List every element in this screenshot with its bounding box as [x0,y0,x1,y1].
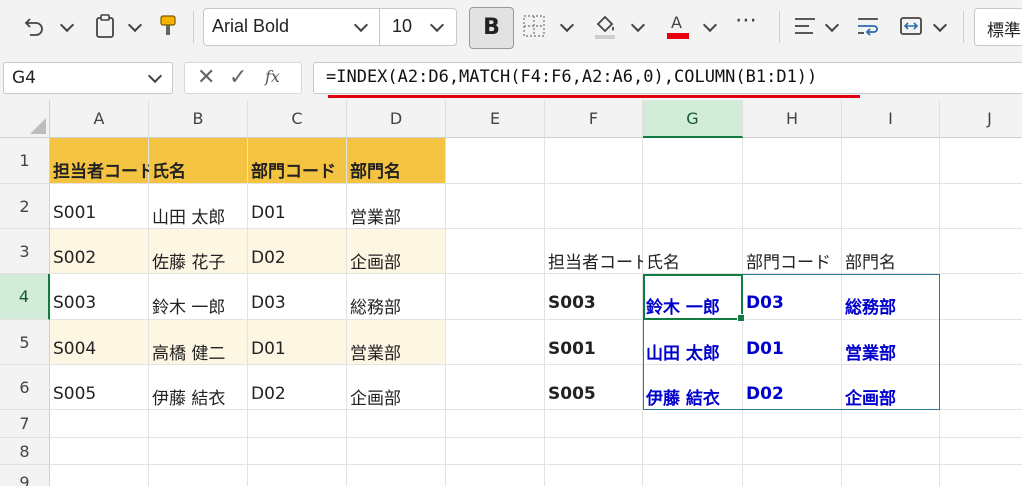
number-format-value: 標準 [987,21,1021,41]
formula-input[interactable]: =INDEX(A2:D6,MATCH(F4:F6,A2:A6,0),COLUMN… [313,62,1022,98]
fill-color-chevron-icon[interactable] [630,17,646,33]
wrap-text-icon[interactable] [856,14,880,43]
cell-b4[interactable]: 鈴木 一郎 [149,274,248,320]
format-painter-icon[interactable] [158,14,178,43]
column-header-b[interactable]: B [149,100,248,138]
row-header-5[interactable]: 5 [0,320,50,365]
svg-text:A: A [671,13,682,32]
borders-icon[interactable] [522,14,546,43]
name-box[interactable]: G4 [3,62,173,94]
cell-c1[interactable]: 部門コード [248,138,347,184]
font-name-value: Arial Bold [212,16,290,36]
bold-button[interactable]: B [469,7,514,49]
cell-b3[interactable]: 佐藤 花子 [149,229,248,274]
column-header-h[interactable]: H [743,100,842,138]
confirm-icon[interactable]: ✓ [229,65,247,90]
cell-f4[interactable]: S003 [545,274,643,320]
cell-a5[interactable]: S004 [50,320,149,365]
row-header-3[interactable]: 3 [0,229,50,274]
font-size-value[interactable]: 10 [392,16,412,37]
row-header-2[interactable]: 2 [0,184,50,229]
cell-d4[interactable]: 総務部 [347,274,446,320]
column-header-c[interactable]: C [248,100,347,138]
column-header-e[interactable]: E [446,100,545,138]
cell-d6[interactable]: 企画部 [347,365,446,410]
undo-dropdown-chevron-icon[interactable] [59,17,75,33]
cell-c2[interactable]: D01 [248,184,347,229]
cell-d3[interactable]: 企画部 [347,229,446,274]
grid-line-h [50,437,1022,438]
cell-f6[interactable]: S005 [545,365,643,410]
fill-color-icon[interactable] [593,12,617,45]
cell-a4[interactable]: S003 [50,274,149,320]
cell-d2[interactable]: 営業部 [347,184,446,229]
font-name-chevron-icon[interactable] [353,17,369,33]
cancel-icon[interactable]: ✕ [197,65,215,90]
column-header-g[interactable]: G [643,100,743,138]
column-header-j[interactable]: J [940,100,1022,138]
name-box-chevron-icon[interactable] [147,68,163,84]
cell-i3[interactable]: 部門名 [842,229,940,274]
cell-b6[interactable]: 伊藤 結衣 [149,365,248,410]
insert-function-icon[interactable]: fx [265,67,280,86]
formula-text: =INDEX(A2:D6,MATCH(F4:F6,A2:A6,0),COLUMN… [326,67,818,87]
cell-f5[interactable]: S001 [545,320,643,365]
merge-chevron-icon[interactable] [932,17,948,33]
cell-g3[interactable]: 氏名 [643,229,743,274]
formula-bar: G4 ✕ ✓ fx =INDEX(A2:D6,MATCH(F4:F6,A2:A6… [0,54,1022,100]
cell-d1[interactable]: 部門名 [347,138,446,184]
cell-b2[interactable]: 山田 太郎 [149,184,248,229]
cell-d5[interactable]: 営業部 [347,320,446,365]
column-header-d[interactable]: D [347,100,446,138]
undo-icon[interactable] [22,14,46,43]
spreadsheet-grid: ABCDEFGHIJ 123456789 担当者コード 氏名 部門コード 部門名 S00… [0,100,1022,486]
row-header-4[interactable]: 4 [0,274,50,320]
row-header-8[interactable]: 8 [0,438,50,465]
font-color-chevron-icon[interactable] [702,17,718,33]
font-size-chevron-icon[interactable] [429,17,445,33]
column-header-i[interactable]: I [842,100,940,138]
cell-c4[interactable]: D03 [248,274,347,320]
align-chevron-icon[interactable] [824,17,840,33]
merge-cells-icon[interactable] [899,14,923,43]
row-header-9[interactable]: 9 [0,465,50,486]
select-all-corner[interactable] [0,100,50,138]
fill-handle[interactable] [737,314,745,322]
cell-a2[interactable]: S001 [50,184,149,229]
more-options-icon[interactable]: ⋯ [735,10,758,32]
cell-c3[interactable]: D02 [248,229,347,274]
cell-f3[interactable]: 担当者コード [545,229,643,274]
font-color-icon[interactable]: A [666,11,690,46]
selected-cell-g4[interactable] [643,274,745,322]
ribbon-toolbar: Arial Bold 10 B A ⋯ 標準 [0,0,1022,54]
cell-a3[interactable]: S002 [50,229,149,274]
number-format-select[interactable]: 標準 [974,8,1022,46]
borders-chevron-icon[interactable] [559,17,575,33]
cell-b1[interactable]: 氏名 [149,138,248,184]
cell-h3[interactable]: 部門コード [743,229,842,274]
name-box-value: G4 [12,68,36,88]
cell-a6[interactable]: S005 [50,365,149,410]
formula-underline [328,95,860,98]
font-name-select[interactable]: Arial Bold 10 [203,8,457,46]
clipboard-icon[interactable] [94,14,116,43]
column-header-a[interactable]: A [50,100,149,138]
row-header-1[interactable]: 1 [0,138,50,184]
column-header-f[interactable]: F [545,100,643,138]
cell-c5[interactable]: D01 [248,320,347,365]
paste-dropdown-chevron-icon[interactable] [127,17,143,33]
align-icon[interactable] [793,14,817,43]
cell-b5[interactable]: 高橋 健二 [149,320,248,365]
formula-controls: ✕ ✓ fx [184,62,302,94]
row-header-6[interactable]: 6 [0,365,50,410]
cell-a1[interactable]: 担当者コード [50,138,149,184]
cell-c6[interactable]: D02 [248,365,347,410]
row-header-7[interactable]: 7 [0,410,50,438]
grid-line-h [50,464,1022,465]
